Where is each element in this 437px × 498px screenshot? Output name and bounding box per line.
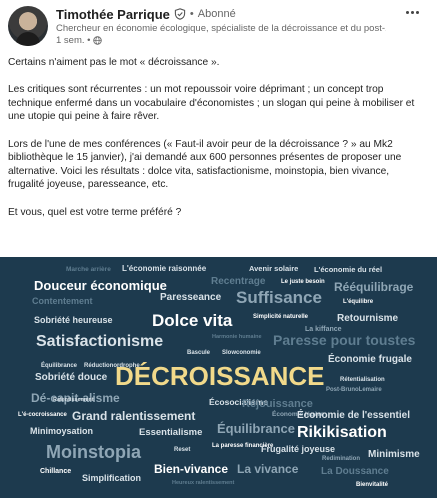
word-cloud-word: Rééquilibrage	[334, 280, 414, 294]
word-cloud-word: Paresseance	[160, 292, 222, 303]
author-name[interactable]: Timothée Parrique	[56, 7, 170, 22]
word-cloud-word: DÉCROISSANCE	[115, 361, 325, 391]
globe-icon	[93, 36, 103, 45]
word-cloud-word: Sobriété douce	[35, 372, 108, 383]
post-paragraph: Lors de l'une de mes conférences (« Faut…	[8, 138, 402, 191]
word-cloud-word: Satisfactionisme	[36, 333, 164, 350]
word-cloud-word: Post-BrunoLemaire	[326, 387, 382, 393]
word-cloud-word: Équilibrance	[41, 363, 78, 369]
word-cloud-word: Bien-vivance	[154, 462, 229, 476]
word-cloud-word: Simplicité naturelle	[253, 314, 309, 320]
word-cloud-word: Frugalité joyeuse	[261, 444, 336, 454]
word-cloud-word: Marche arrière	[66, 266, 111, 273]
post-header: Timothée Parrique • Abonné Chercheur en …	[0, 0, 437, 52]
word-cloud-word: L'économie raisonnée	[122, 264, 207, 273]
post-paragraph: Et vous, quel est votre terme préféré ?	[8, 206, 182, 218]
word-cloud-word: L'équilibre	[343, 299, 374, 305]
word-cloud-word: Paresse pour toustes	[273, 332, 416, 348]
word-cloud-word: Équilibrance	[217, 421, 296, 436]
word-cloud-word: Grand ralentissement	[72, 409, 196, 423]
post-paragraph: Les critiques sont récurrentes : un mot …	[8, 84, 415, 123]
word-cloud-word: Minimisme	[368, 449, 420, 460]
word-cloud-word: Bascule	[187, 350, 211, 356]
word-cloud-word: Avenir solaire	[249, 264, 299, 273]
word-cloud-word: Essentialisme	[139, 427, 203, 438]
word-cloud-word: Redimination	[322, 456, 361, 462]
word-cloud-word: Suffisance	[236, 288, 322, 307]
word-cloud-word: Économie de l'essentiel	[297, 410, 410, 421]
word-cloud-word: Économie frugale	[328, 354, 412, 365]
word-cloud-word: L'é-cocroissance	[18, 412, 67, 418]
post-time-row: 1 sem. •	[56, 35, 103, 46]
word-cloud-word: Retournisme	[337, 313, 399, 324]
word-cloud-word: Reset	[174, 447, 191, 453]
word-cloud-word: Bienvitalité	[356, 482, 389, 488]
word-cloud-word: Slowconomie	[222, 350, 261, 356]
verified-shield-icon	[174, 8, 186, 20]
post-text: Certains n'aiment pas le mot « décroissa…	[8, 56, 428, 233]
follow-separator: •	[189, 8, 194, 20]
post-time: 1 sem. •	[56, 35, 91, 46]
word-cloud-word: Recentrage	[211, 276, 266, 287]
word-cloud-word: Contentement	[32, 296, 93, 306]
word-cloud-word: Harmonie humaine	[212, 334, 262, 340]
word-cloud-word: L'économie du réel	[314, 265, 383, 274]
author-name-row: Timothée Parrique • Abonné	[56, 6, 236, 22]
word-cloud-image[interactable]: Marche arrière L'économie raisonnée Avenir…	[0, 257, 437, 498]
author-headline: Chercheur en économie écologique, spécia…	[56, 23, 386, 34]
word-cloud-word: Le juste besoin	[281, 279, 325, 285]
word-cloud-word: Sobriété heureuse	[34, 315, 113, 325]
word-cloud-word: Ralentissement	[53, 397, 94, 403]
follow-status: Abonné	[197, 8, 236, 20]
word-cloud-word: La Doussance	[321, 466, 389, 477]
author-avatar[interactable]	[8, 6, 48, 46]
word-cloud-word: Simplification	[82, 473, 142, 483]
word-cloud-word: Chillance	[40, 468, 72, 475]
word-cloud-word: Dolce vita	[152, 311, 233, 330]
word-cloud-word: Heureux ralentissement	[172, 480, 235, 486]
post-paragraph: Certains n'aiment pas le mot « décroissa…	[8, 57, 220, 68]
word-cloud-word: La vivance	[237, 462, 299, 476]
word-cloud-word: Minimoysation	[30, 426, 94, 436]
more-options-icon[interactable]	[401, 4, 423, 20]
word-cloud-word: Moinstopia	[46, 442, 141, 462]
word-cloud-word: Rikikisation	[297, 424, 387, 441]
word-cloud-word: Réjouissance	[242, 398, 313, 410]
word-cloud-word: Douceur économique	[34, 278, 167, 293]
word-cloud-word: Rétentialisation	[340, 377, 385, 383]
